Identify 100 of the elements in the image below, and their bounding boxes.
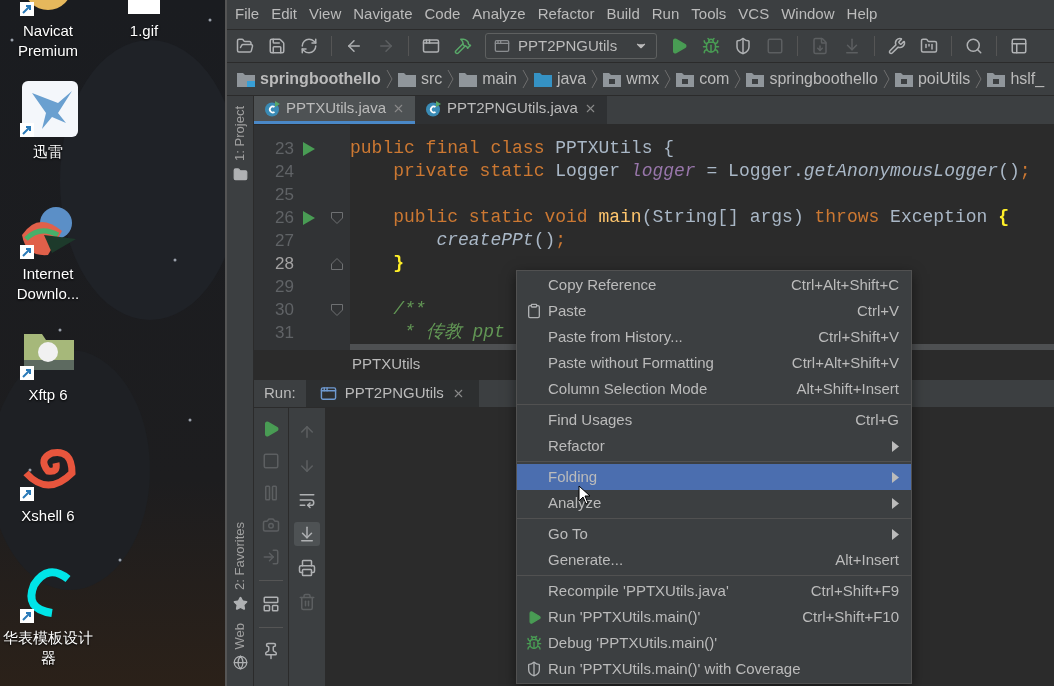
icon-label[interactable]: Xshell 6 [2,506,94,527]
menu-item[interactable]: Run 'PPTXUtils.main()' Ctrl+Shift+F10 [517,604,911,630]
class-icon [425,100,442,117]
breadcrumb-item[interactable]: src [420,67,443,91]
code-line: /** [392,298,426,321]
menu-item[interactable]: Go To [517,521,911,547]
menu-item[interactable]: Analyze [517,490,911,516]
breadcrumb-item[interactable]: wmx [626,67,660,91]
menu-item[interactable]: Refactor [517,433,911,459]
hammer-icon[interactable] [454,37,472,55]
menu-item[interactable]: Column Selection Mode Alt+Shift+Insert [517,376,911,402]
shield-icon [526,661,542,677]
play-icon[interactable] [670,37,688,55]
class-icon [264,100,280,117]
wrap-icon[interactable] [298,491,316,509]
menu-item[interactable]: Navigate [347,3,419,26]
breadcrumb-item[interactable]: poiUtils [917,67,971,91]
shortcut-text: Ctrl+Shift+F10 [802,606,899,627]
shortcut-text: Alt+Insert [835,549,899,570]
editor-tab[interactable]: PPTXUtils.java [254,96,416,124]
panel-icon[interactable] [1010,37,1028,55]
menu-item[interactable]: Build [600,3,646,26]
menu-item[interactable]: Edit [265,3,304,26]
breadcrumb-item[interactable]: springboothello [769,67,878,91]
menu-item[interactable]: Run [645,3,686,26]
menu-item[interactable]: Refactor [531,3,601,26]
package-icon [987,71,1006,87]
printer-icon[interactable] [298,559,316,577]
menu-item[interactable]: Code [418,3,467,26]
run-marker-icon[interactable] [303,210,315,225]
breadcrumb-item[interactable]: hslf_ [1010,67,1045,91]
shortcut-text: Ctrl+Shift+F9 [810,580,899,601]
tool-window-tab[interactable]: 1: Project [230,106,250,161]
menu-item[interactable]: Paste without Formatting Ctrl+Alt+Shift+V [517,350,911,376]
chevron-icon [447,69,455,89]
breadcrumb-item[interactable]: springboothello [260,67,381,91]
menu-item[interactable]: Recompile 'PPTXUtils.java' Ctrl+Shift+F9 [517,578,911,604]
pin-icon[interactable] [262,642,280,660]
menu-item[interactable]: Window [775,3,841,26]
icon-label[interactable]: Navicat Premium [2,21,94,61]
icon-label[interactable]: Xftp 6 [2,385,94,405]
breadcrumb-item[interactable]: main [482,67,517,91]
folder-grid-icon[interactable] [920,37,938,55]
breadcrumb-item[interactable]: java [556,67,587,91]
window-icon [319,385,337,402]
sync-icon[interactable] [300,37,318,55]
menu-item[interactable]: Help [840,3,884,26]
play-icon[interactable] [262,420,280,438]
layout-icon[interactable] [262,595,280,613]
settings-icon[interactable] [888,37,906,55]
menu-item[interactable]: Find Usages Ctrl+G [517,407,911,433]
tool-window-tab[interactable]: 2: Favorites [230,521,250,590]
line-number: 28 [274,252,294,275]
chevron-icon [734,69,742,89]
menu-item[interactable]: Analyze [466,3,532,26]
fold-marker-icon[interactable] [331,303,343,316]
folder-icon [533,71,552,87]
folder-icon [459,71,478,87]
tool-window-tab[interactable]: Web [230,622,250,649]
search-icon[interactable] [965,37,983,55]
breadcrumb-item[interactable]: com [699,67,730,91]
shortcut-text: Ctrl+G [855,409,899,430]
bug-icon [526,635,542,651]
fold-marker-icon[interactable] [331,211,343,224]
run-tab[interactable]: PPT2PNGUtils [305,380,479,407]
editor-breadcrumb[interactable]: PPTXUtils [352,352,421,376]
folder-open-icon[interactable] [236,37,254,55]
icon-label[interactable]: 迅雷 [2,142,94,163]
menu-item[interactable]: Run 'PPTXUtils.main()' with Coverage [517,656,911,682]
fold-marker-icon[interactable] [331,257,343,270]
menu-item[interactable]: Paste Ctrl+V [517,298,911,324]
icon-label[interactable]: 1.gif [98,21,190,41]
run-marker-icon[interactable] [303,141,315,156]
menu-item[interactable]: Generate... Alt+Insert [517,547,911,573]
shortcut-text: Ctrl+Alt+Shift+V [791,352,899,373]
menu-item[interactable]: Paste from History... Ctrl+Shift+V [517,324,911,350]
menu-item[interactable]: VCS [732,3,776,26]
menu-item[interactable]: Copy Reference Ctrl+Alt+Shift+C [517,272,911,298]
run-config-dropdown[interactable]: PPT2PNGUtils [485,33,657,59]
shield-icon[interactable] [734,37,752,55]
module-folder-icon [237,71,255,87]
window-icon[interactable] [422,37,440,55]
menu-item[interactable]: Debug 'PPTXUtils.main()' [517,630,911,656]
menu-item[interactable]: File [229,3,266,26]
menu-item[interactable]: View [303,3,348,26]
bug-icon[interactable] [702,37,720,55]
code-line: public static void main(String[] args) throws Exception { [392,206,1009,229]
code-line: } [392,252,404,275]
star-icon[interactable] [232,595,248,611]
chevron-icon [882,69,890,89]
bird-icon[interactable] [18,79,78,140]
shortcut-text: Alt+Shift+Insert [796,378,899,399]
chevron-icon [591,69,599,89]
code-line: * 传教 ppt [403,321,505,344]
icon-label[interactable]: Internet Downlo... [2,263,94,304]
menu-item[interactable]: Tools [685,3,733,26]
save-icon[interactable] [268,37,286,55]
icon-label[interactable]: 华表模板设计器 [2,627,94,668]
chevron-icon [521,69,529,89]
editor-tab[interactable]: PPT2PNGUtils.java [415,96,607,124]
